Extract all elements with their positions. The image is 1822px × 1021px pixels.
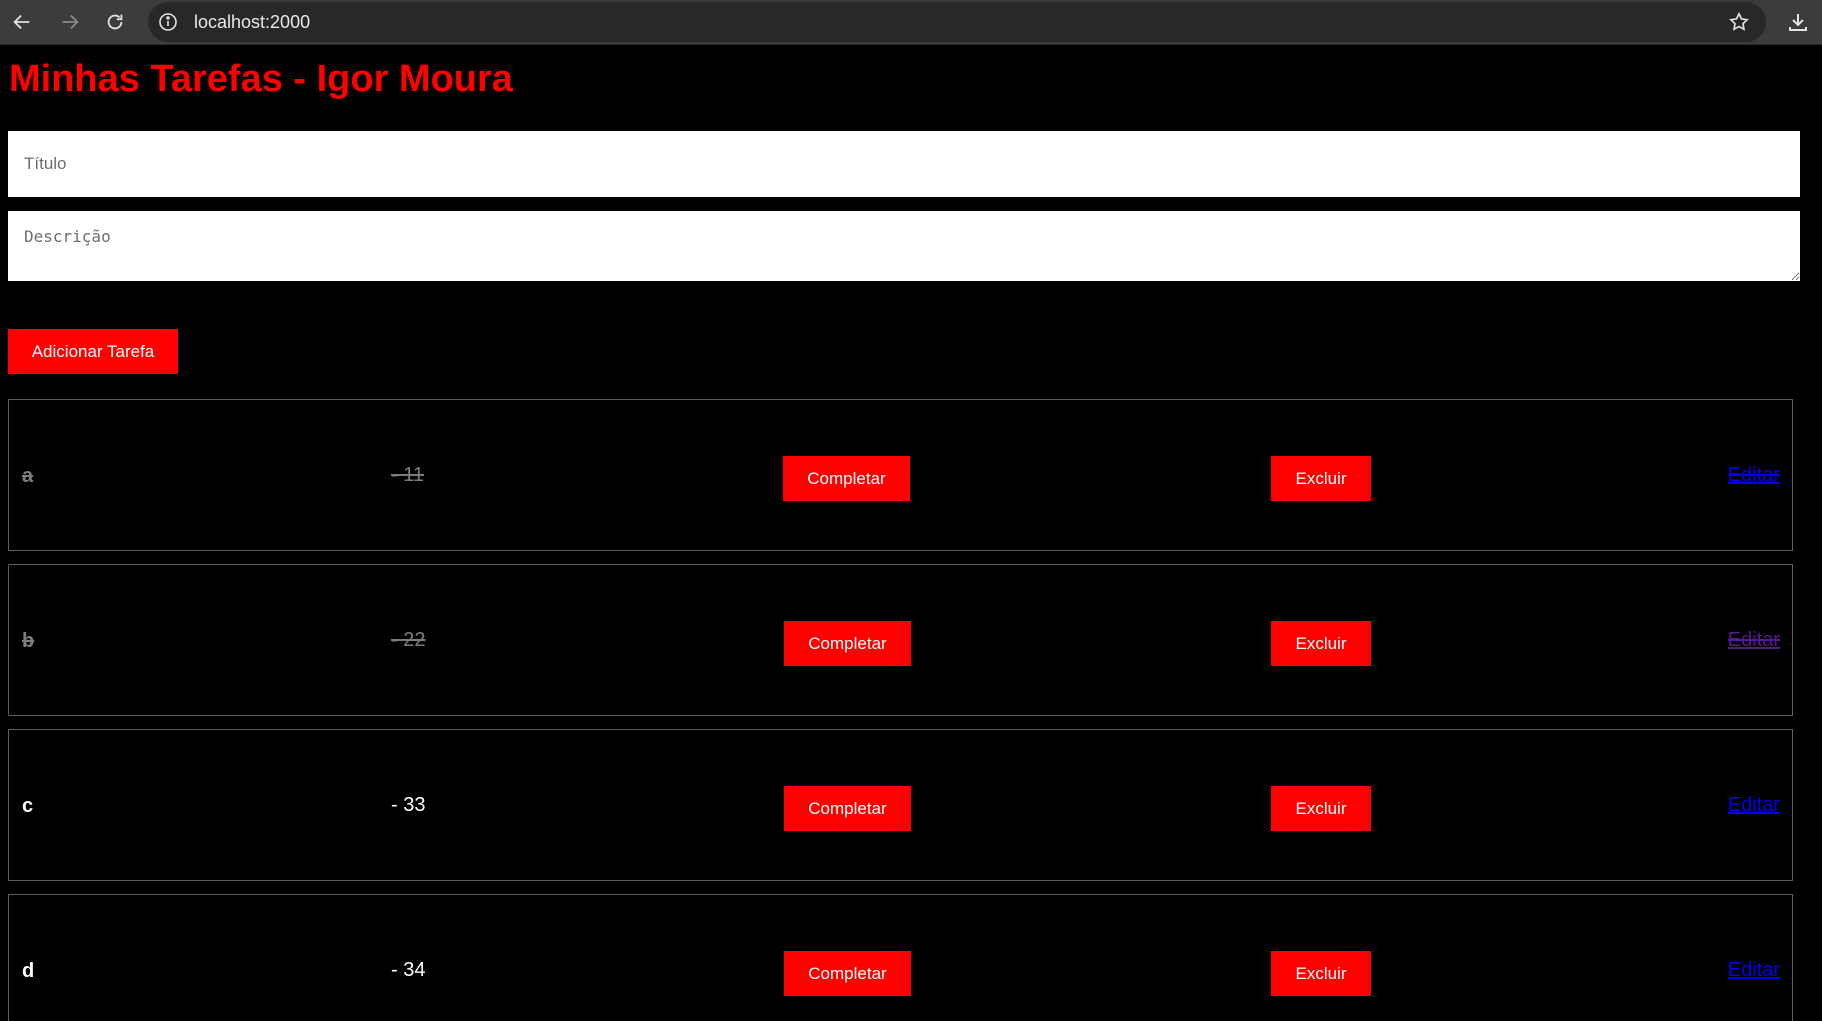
- edit-link[interactable]: Editar: [1728, 793, 1780, 817]
- page-body: Minhas Tarefas - Igor Moura Adicionar Ta…: [0, 45, 1822, 1021]
- title-input[interactable]: [8, 131, 1800, 197]
- arrow-right-icon: [62, 14, 79, 30]
- delete-button[interactable]: Excluir: [1271, 456, 1371, 501]
- task-description: - 22: [391, 629, 426, 651]
- task-item: b - 22 Completar Excluir Editar: [8, 564, 1793, 716]
- task-description: - 11: [391, 464, 424, 486]
- task-title: d: [22, 960, 35, 982]
- delete-button[interactable]: Excluir: [1271, 621, 1371, 666]
- info-icon: [159, 13, 177, 31]
- delete-button[interactable]: Excluir: [1271, 786, 1371, 831]
- task-title: b: [22, 630, 35, 652]
- url-text[interactable]: localhost:2000: [194, 12, 310, 32]
- complete-button[interactable]: Completar: [784, 951, 911, 996]
- reload-button[interactable]: [99, 8, 131, 36]
- downloads-button[interactable]: [1786, 10, 1810, 34]
- browser-toolbar: localhost:2000: [0, 0, 1822, 45]
- task-list: a - 11 Completar Excluir Editar b - 22 C…: [8, 399, 1793, 1021]
- task-description: - 34: [391, 959, 426, 981]
- complete-button[interactable]: Completar: [784, 786, 911, 831]
- edit-link[interactable]: Editar: [1728, 463, 1780, 487]
- site-info-button[interactable]: [158, 12, 178, 32]
- star-icon: [1729, 11, 1749, 31]
- edit-link[interactable]: Editar: [1728, 958, 1780, 982]
- task-title: c: [22, 795, 34, 817]
- back-button[interactable]: [6, 8, 38, 36]
- task-item: c - 33 Completar Excluir Editar: [8, 729, 1793, 881]
- address-bar[interactable]: localhost:2000: [148, 2, 1766, 42]
- delete-button[interactable]: Excluir: [1271, 951, 1371, 996]
- bookmark-button[interactable]: [1728, 11, 1750, 33]
- download-icon: [1789, 14, 1807, 31]
- complete-button[interactable]: Completar: [784, 621, 911, 666]
- task-title: a: [22, 465, 34, 487]
- reload-icon: [107, 14, 123, 30]
- page-title: Minhas Tarefas - Igor Moura: [9, 58, 513, 100]
- edit-link[interactable]: Editar: [1728, 628, 1780, 652]
- forward-button[interactable]: [54, 8, 86, 36]
- add-task-button[interactable]: Adicionar Tarefa: [8, 329, 178, 374]
- task-item: a - 11 Completar Excluir Editar: [8, 399, 1793, 551]
- task-item: d - 34 Completar Excluir Editar: [8, 894, 1793, 1021]
- description-input[interactable]: [8, 211, 1800, 281]
- task-description: - 33: [391, 794, 426, 816]
- arrow-left-icon: [13, 14, 30, 30]
- complete-button[interactable]: Completar: [783, 456, 910, 501]
